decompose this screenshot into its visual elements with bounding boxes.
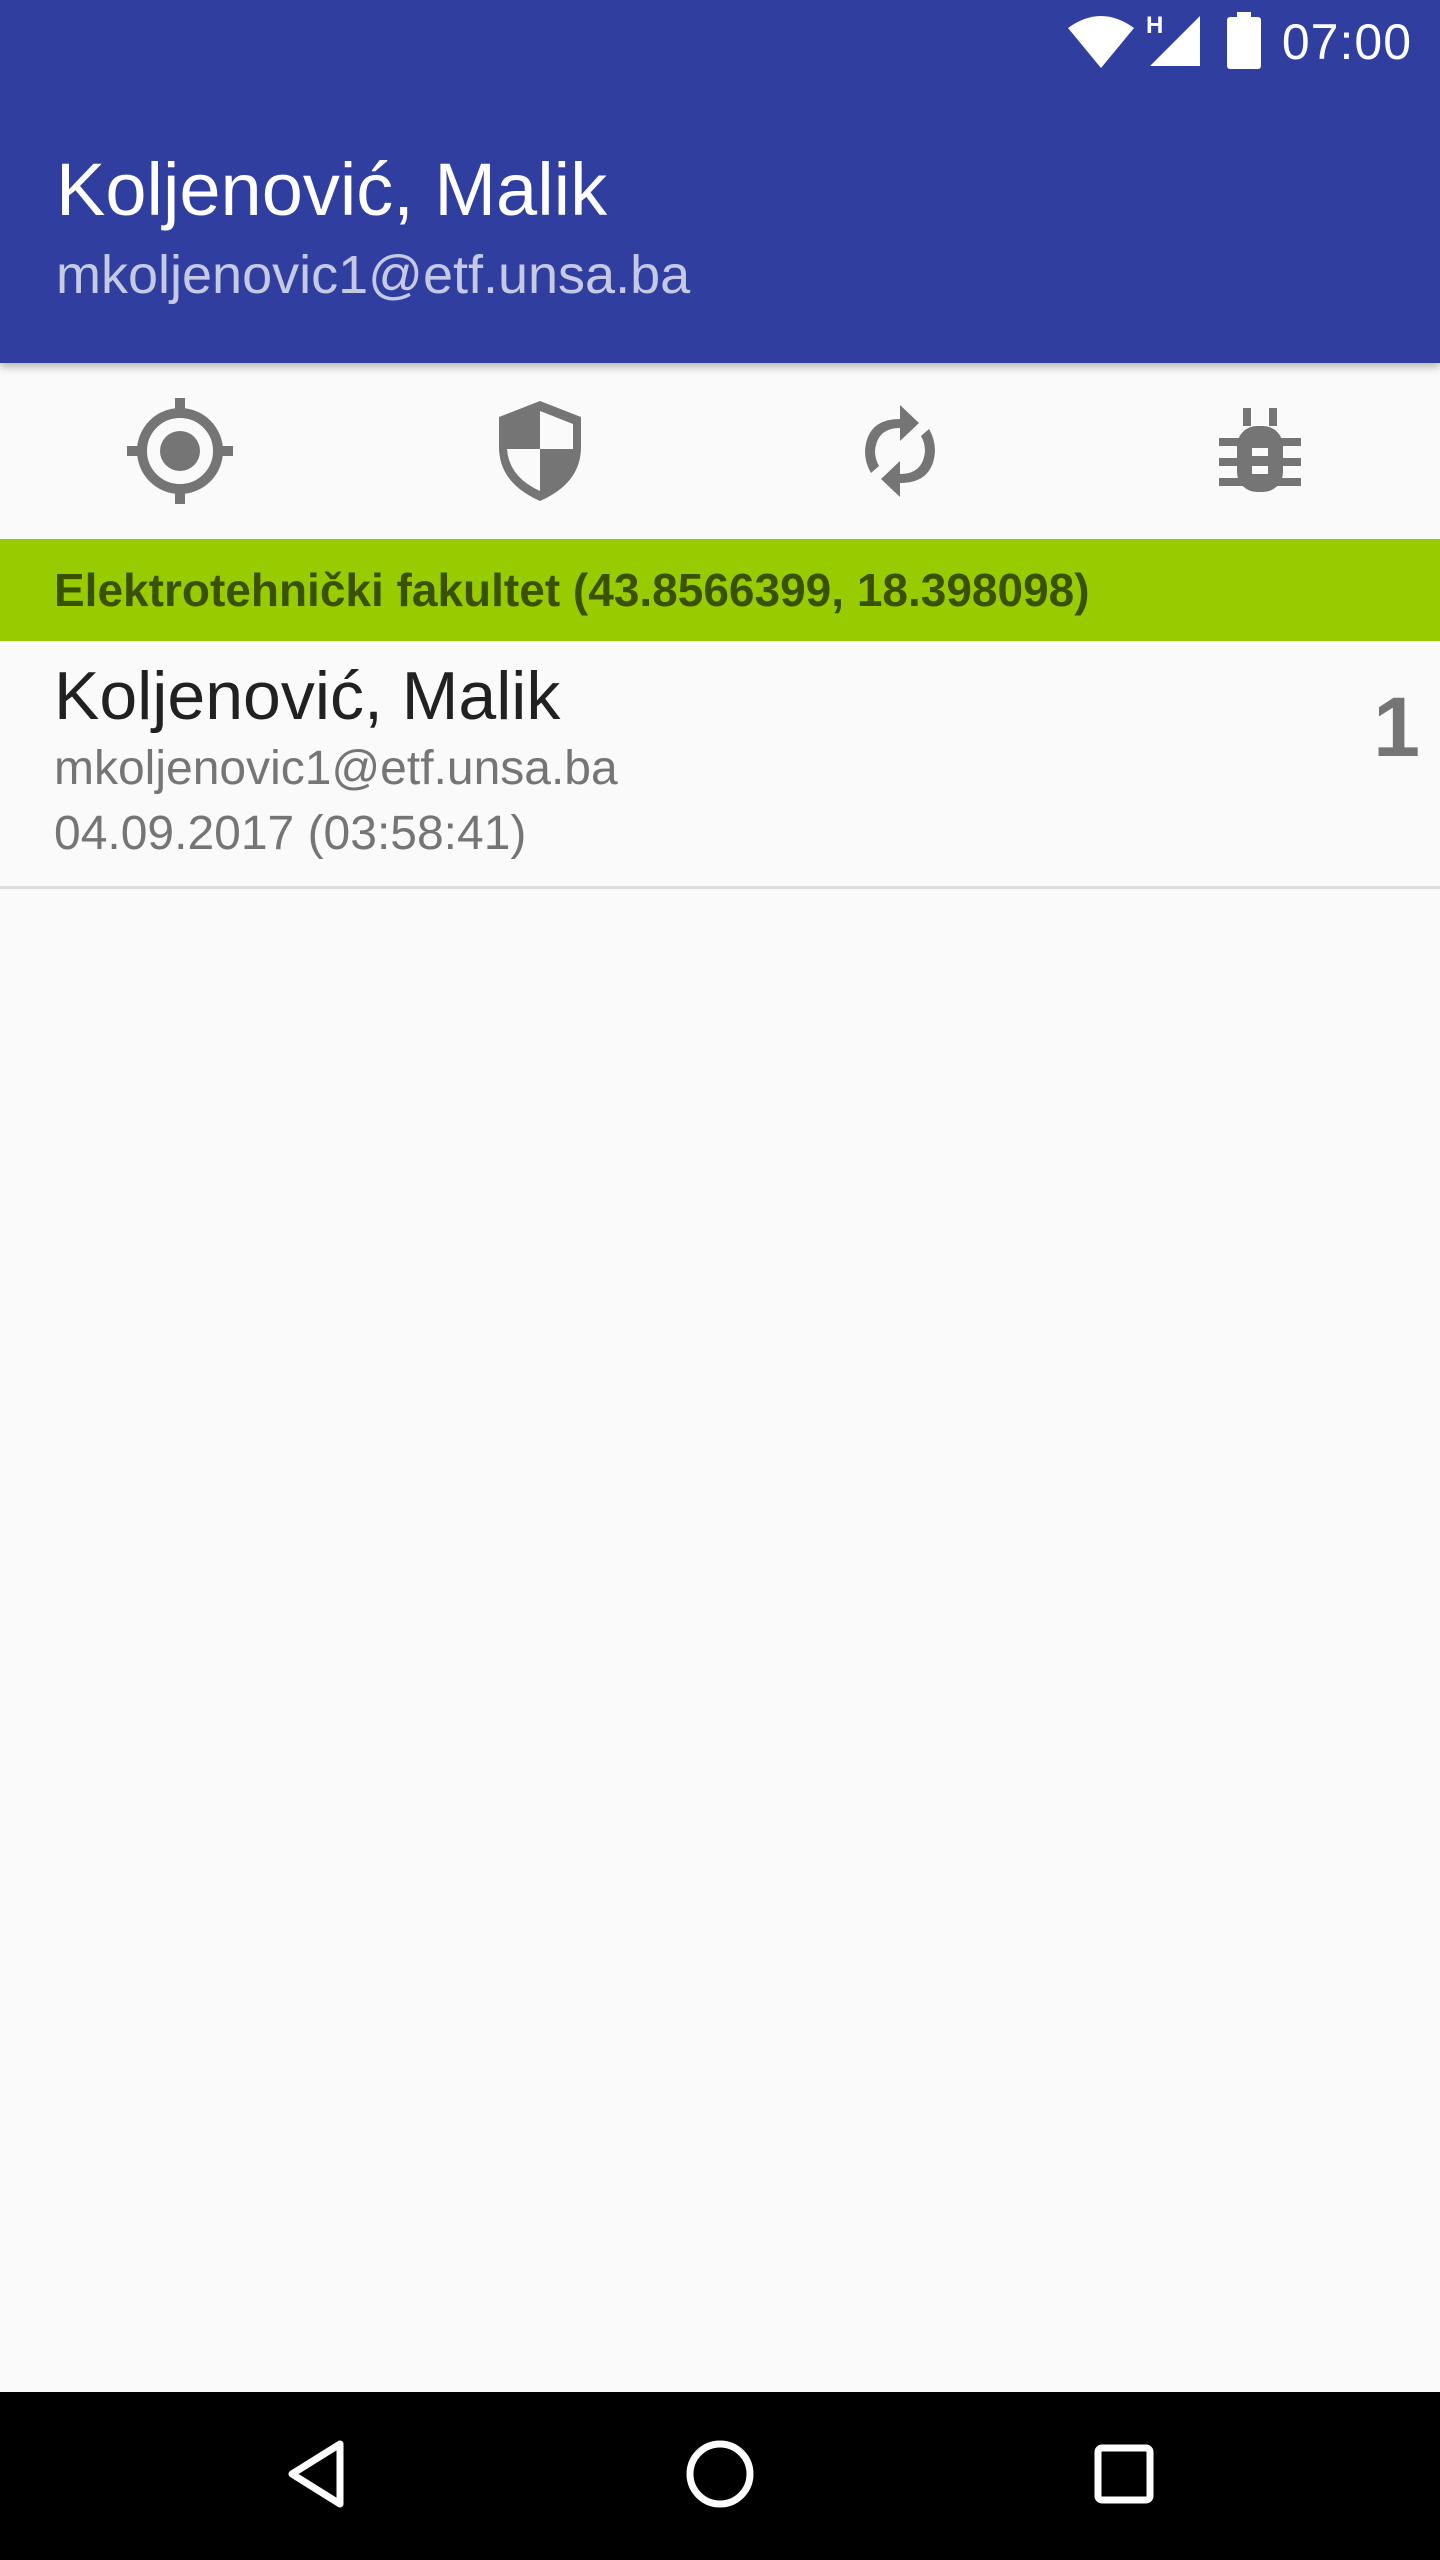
recents-button[interactable]: [1004, 2392, 1244, 2560]
app-header: H 07:00 Koljenović, Malik mkoljenovic1@e…: [0, 0, 1440, 363]
home-button[interactable]: [600, 2392, 840, 2560]
list-item-date: 04.09.2017 (03:58:41): [54, 807, 527, 860]
gps-location-icon: [125, 396, 235, 506]
list-item-count: 1: [1373, 680, 1420, 774]
list-item-email: mkoljenovic1@etf.unsa.ba: [54, 742, 618, 795]
sync-button[interactable]: [720, 363, 1080, 539]
header-user-email: mkoljenovic1@etf.unsa.ba: [56, 245, 691, 305]
home-icon: [685, 2439, 755, 2514]
header-user-name: Koljenović, Malik: [56, 148, 608, 231]
location-label: Elektrotehnički fakultet (43.8566399, 18…: [54, 564, 1090, 616]
debug-button[interactable]: [1080, 363, 1440, 539]
recents-icon: [1094, 2444, 1154, 2509]
system-nav-bar: [0, 2392, 1440, 2560]
location-button[interactable]: [0, 363, 360, 539]
sync-icon: [855, 401, 945, 501]
location-banner: Elektrotehnički fakultet (43.8566399, 18…: [0, 539, 1440, 641]
bug-icon: [1215, 406, 1305, 496]
list-item[interactable]: Koljenović, Malik mkoljenovic1@etf.unsa.…: [0, 641, 1440, 889]
back-button[interactable]: [196, 2392, 436, 2560]
security-button[interactable]: [360, 363, 720, 539]
wifi-icon: [1066, 14, 1136, 75]
security-shield-icon: [495, 399, 585, 503]
status-bar: H 07:00: [0, 0, 1440, 84]
battery-icon: [1226, 12, 1262, 75]
screen: H 07:00 Koljenović, Malik mkoljenovic1@e…: [0, 0, 1440, 2560]
status-time: 07:00: [1281, 14, 1412, 70]
list-item-name: Koljenović, Malik: [54, 658, 561, 734]
action-toolbar: [0, 363, 1440, 539]
cell-signal-icon: [1148, 14, 1202, 73]
back-icon: [286, 2440, 346, 2513]
